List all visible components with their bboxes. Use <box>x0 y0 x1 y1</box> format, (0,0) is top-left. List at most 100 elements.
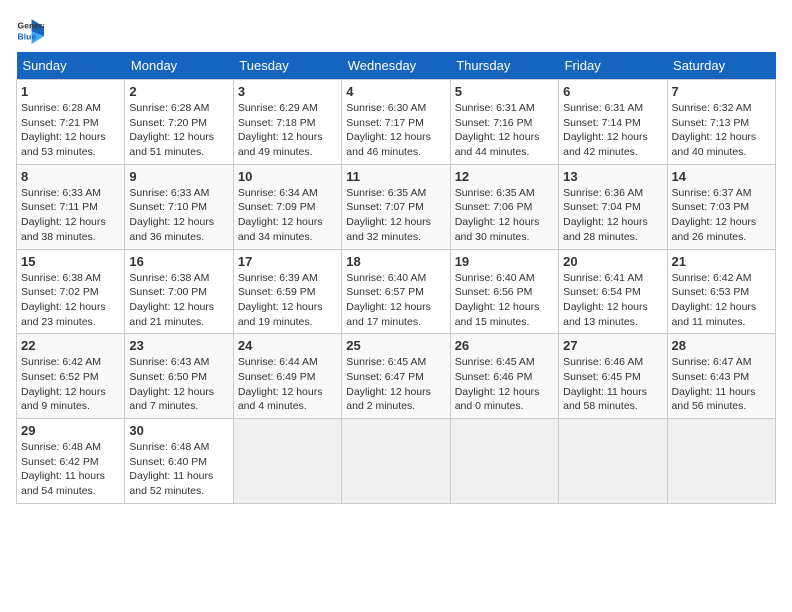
day-number: 14 <box>672 169 771 184</box>
day-number: 25 <box>346 338 445 353</box>
column-header-saturday: Saturday <box>667 52 775 80</box>
day-info: Sunrise: 6:28 AMSunset: 7:21 PMDaylight:… <box>21 101 120 160</box>
column-header-thursday: Thursday <box>450 52 558 80</box>
calendar-cell: 7Sunrise: 6:32 AMSunset: 7:13 PMDaylight… <box>667 80 775 165</box>
calendar-cell <box>342 419 450 504</box>
day-number: 24 <box>238 338 337 353</box>
calendar-cell: 12 Sunrise: 6:35 AMSunset: 7:06 PMDayligh… <box>450 164 558 249</box>
day-number: 9 <box>129 169 228 184</box>
day-number: 3 <box>238 84 337 99</box>
day-info: Sunrise: 6:37 AMSunset: 7:03 PMDaylight:… <box>672 186 771 245</box>
calendar-cell <box>559 419 667 504</box>
calendar-cell: 9 Sunrise: 6:33 AMSunset: 7:10 PMDaylight… <box>125 164 233 249</box>
day-number: 4 <box>346 84 445 99</box>
calendar-cell: 5 Sunrise: 6:31 AMSunset: 7:16 PMDaylight… <box>450 80 558 165</box>
calendar-cell <box>233 419 341 504</box>
calendar-cell: 27Sunrise: 6:46 AMSunset: 6:45 PMDayligh… <box>559 334 667 419</box>
calendar-cell: 1 Sunrise: 6:28 AMSunset: 7:21 PMDaylight… <box>17 80 125 165</box>
day-info: Sunrise: 6:41 AMSunset: 6:54 PMDaylight:… <box>563 271 662 330</box>
day-number: 19 <box>455 254 554 269</box>
column-header-monday: Monday <box>125 52 233 80</box>
calendar-cell: 25Sunrise: 6:45 AMSunset: 6:47 PMDayligh… <box>342 334 450 419</box>
day-number: 5 <box>455 84 554 99</box>
day-info: Sunrise: 6:48 AMSunset: 6:40 PMDaylight:… <box>129 440 228 499</box>
calendar-cell: 10 Sunrise: 6:34 AMSunset: 7:09 PMDayligh… <box>233 164 341 249</box>
day-number: 28 <box>672 338 771 353</box>
calendar-cell: 4 Sunrise: 6:30 AMSunset: 7:17 PMDaylight… <box>342 80 450 165</box>
calendar-cell: 18 Sunrise: 6:40 AMSunset: 6:57 PMDayligh… <box>342 249 450 334</box>
week-row-1: 1 Sunrise: 6:28 AMSunset: 7:21 PMDaylight… <box>17 80 776 165</box>
calendar-cell: 19 Sunrise: 6:40 AMSunset: 6:56 PMDayligh… <box>450 249 558 334</box>
day-number: 23 <box>129 338 228 353</box>
day-info: Sunrise: 6:46 AMSunset: 6:45 PMDaylight:… <box>563 355 662 414</box>
calendar-cell: 14 Sunrise: 6:37 AMSunset: 7:03 PMDayligh… <box>667 164 775 249</box>
calendar-cell: 30Sunrise: 6:48 AMSunset: 6:40 PMDayligh… <box>125 419 233 504</box>
day-number: 15 <box>21 254 120 269</box>
day-info: Sunrise: 6:47 AMSunset: 6:43 PMDaylight:… <box>672 355 771 414</box>
day-number: 29 <box>21 423 120 438</box>
week-row-5: 29 Sunrise: 6:48 AMSunset: 6:42 PMDayligh… <box>17 419 776 504</box>
svg-text:Blue: Blue <box>18 31 37 41</box>
day-info: Sunrise: 6:39 AMSunset: 6:59 PMDaylight:… <box>238 271 337 330</box>
calendar-cell: 15Sunrise: 6:38 AMSunset: 7:02 PMDayligh… <box>17 249 125 334</box>
day-info: Sunrise: 6:31 AMSunset: 7:16 PMDaylight:… <box>455 101 554 160</box>
day-number: 20 <box>563 254 662 269</box>
calendar-cell: 28 Sunrise: 6:47 AMSunset: 6:43 PMDayligh… <box>667 334 775 419</box>
header-row: SundayMondayTuesdayWednesdayThursdayFrid… <box>17 52 776 80</box>
day-number: 8 <box>21 169 120 184</box>
day-number: 12 <box>455 169 554 184</box>
day-number: 10 <box>238 169 337 184</box>
calendar-cell: 24 Sunrise: 6:44 AMSunset: 6:49 PMDayligh… <box>233 334 341 419</box>
day-info: Sunrise: 6:34 AMSunset: 7:09 PMDaylight:… <box>238 186 337 245</box>
day-info: Sunrise: 6:36 AMSunset: 7:04 PMDaylight:… <box>563 186 662 245</box>
day-number: 7 <box>672 84 771 99</box>
calendar-cell: 13 Sunrise: 6:36 AMSunset: 7:04 PMDayligh… <box>559 164 667 249</box>
column-header-tuesday: Tuesday <box>233 52 341 80</box>
calendar-cell: 11 Sunrise: 6:35 AMSunset: 7:07 PMDayligh… <box>342 164 450 249</box>
week-row-2: 8 Sunrise: 6:33 AMSunset: 7:11 PMDaylight… <box>17 164 776 249</box>
calendar-cell <box>667 419 775 504</box>
calendar-cell: 23Sunrise: 6:43 AMSunset: 6:50 PMDayligh… <box>125 334 233 419</box>
day-number: 22 <box>21 338 120 353</box>
svg-text:General: General <box>18 20 44 30</box>
day-info: Sunrise: 6:48 AMSunset: 6:42 PMDaylight:… <box>21 440 120 499</box>
day-number: 2 <box>129 84 228 99</box>
day-number: 11 <box>346 169 445 184</box>
column-header-sunday: Sunday <box>17 52 125 80</box>
calendar-cell: 2 Sunrise: 6:28 AMSunset: 7:20 PMDaylight… <box>125 80 233 165</box>
week-row-4: 22Sunrise: 6:42 AMSunset: 6:52 PMDayligh… <box>17 334 776 419</box>
day-info: Sunrise: 6:40 AMSunset: 6:57 PMDaylight:… <box>346 271 445 330</box>
day-number: 1 <box>21 84 120 99</box>
day-info: Sunrise: 6:30 AMSunset: 7:17 PMDaylight:… <box>346 101 445 160</box>
calendar-cell: 26Sunrise: 6:45 AMSunset: 6:46 PMDayligh… <box>450 334 558 419</box>
day-number: 18 <box>346 254 445 269</box>
calendar-cell: 29 Sunrise: 6:48 AMSunset: 6:42 PMDayligh… <box>17 419 125 504</box>
calendar-cell <box>450 419 558 504</box>
day-info: Sunrise: 6:35 AMSunset: 7:06 PMDaylight:… <box>455 186 554 245</box>
day-number: 21 <box>672 254 771 269</box>
day-info: Sunrise: 6:33 AMSunset: 7:11 PMDaylight:… <box>21 186 120 245</box>
day-info: Sunrise: 6:31 AMSunset: 7:14 PMDaylight:… <box>563 101 662 160</box>
calendar-cell: 22Sunrise: 6:42 AMSunset: 6:52 PMDayligh… <box>17 334 125 419</box>
day-info: Sunrise: 6:33 AMSunset: 7:10 PMDaylight:… <box>129 186 228 245</box>
column-header-wednesday: Wednesday <box>342 52 450 80</box>
day-number: 17 <box>238 254 337 269</box>
logo: General Blue <box>16 16 48 44</box>
week-row-3: 15Sunrise: 6:38 AMSunset: 7:02 PMDayligh… <box>17 249 776 334</box>
calendar-table: SundayMondayTuesdayWednesdayThursdayFrid… <box>16 52 776 504</box>
day-number: 13 <box>563 169 662 184</box>
logo-icon: General Blue <box>16 16 44 44</box>
day-info: Sunrise: 6:42 AMSunset: 6:53 PMDaylight:… <box>672 271 771 330</box>
day-info: Sunrise: 6:28 AMSunset: 7:20 PMDaylight:… <box>129 101 228 160</box>
day-number: 26 <box>455 338 554 353</box>
calendar-cell: 20 Sunrise: 6:41 AMSunset: 6:54 PMDayligh… <box>559 249 667 334</box>
page-header: General Blue <box>16 16 776 44</box>
day-number: 16 <box>129 254 228 269</box>
day-info: Sunrise: 6:38 AMSunset: 7:00 PMDaylight:… <box>129 271 228 330</box>
calendar-cell: 21 Sunrise: 6:42 AMSunset: 6:53 PMDayligh… <box>667 249 775 334</box>
day-info: Sunrise: 6:44 AMSunset: 6:49 PMDaylight:… <box>238 355 337 414</box>
day-info: Sunrise: 6:40 AMSunset: 6:56 PMDaylight:… <box>455 271 554 330</box>
calendar-cell: 3Sunrise: 6:29 AMSunset: 7:18 PMDaylight… <box>233 80 341 165</box>
calendar-cell: 16 Sunrise: 6:38 AMSunset: 7:00 PMDayligh… <box>125 249 233 334</box>
day-info: Sunrise: 6:35 AMSunset: 7:07 PMDaylight:… <box>346 186 445 245</box>
